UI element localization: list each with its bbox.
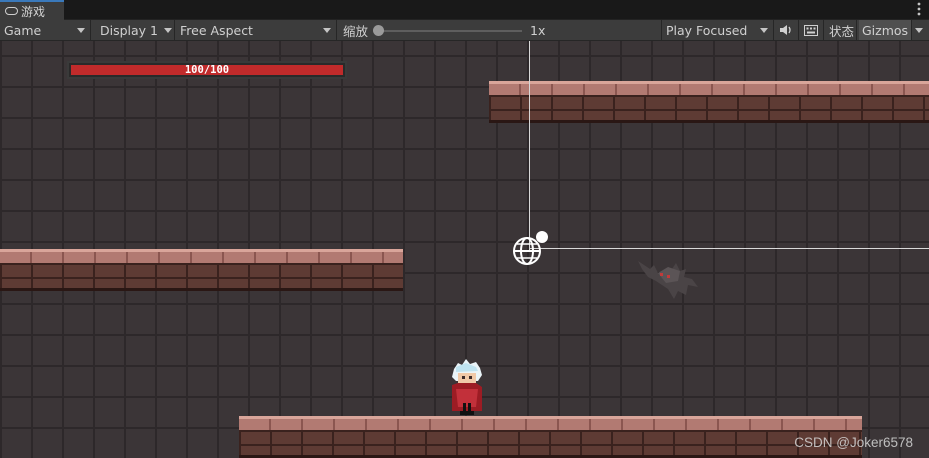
gizmo-axis-vertical	[529, 41, 530, 251]
gizmo-handle-dot[interactable]	[536, 231, 548, 243]
platform-middle-left	[0, 249, 403, 291]
gizmos-label-text: Gizmos	[862, 22, 909, 38]
editor-tab-bar: 游戏	[0, 0, 929, 20]
tab-game[interactable]: 游戏	[0, 0, 64, 20]
chevron-down-icon[interactable]	[77, 28, 85, 33]
scale-slider-thumb[interactable]	[373, 25, 384, 36]
gizmo-axis-horizontal	[530, 248, 929, 249]
chevron-down-icon[interactable]	[915, 28, 923, 33]
scale-slider-track[interactable]	[378, 30, 522, 32]
chevron-down-icon[interactable]	[323, 28, 331, 33]
bat-enemy-sprite	[638, 261, 698, 299]
chevron-down-icon[interactable]	[164, 28, 172, 33]
play-mode-dropdown[interactable]: Play Focused	[666, 20, 747, 40]
gamepad-icon	[5, 7, 18, 15]
player-character-sprite	[452, 359, 482, 415]
display-value: Display 1	[100, 22, 159, 38]
display-dropdown[interactable]: Display 1	[100, 20, 158, 40]
gizmos-label: Gizmos	[862, 20, 908, 40]
health-bar: 100/100	[67, 61, 347, 79]
stats-label: 状态	[829, 23, 855, 39]
view-type-dropdown[interactable]: Game	[4, 20, 41, 40]
health-text: 100/100	[184, 64, 230, 76]
play-mode-value: Play Focused	[666, 22, 748, 38]
game-view-toolbar: Game Display 1 Free Aspect 缩放 1x Play Fo…	[0, 20, 929, 41]
scale-label-text: 缩放	[343, 23, 369, 39]
scale-readout: 1x	[530, 20, 545, 40]
speaker-icon[interactable]	[779, 20, 793, 40]
scale-readout-text: 1x	[530, 22, 546, 38]
platform-upper-right	[489, 81, 929, 123]
aspect-dropdown[interactable]: Free Aspect	[180, 20, 253, 40]
scale-label: 缩放	[343, 20, 368, 40]
chevron-down-icon[interactable]	[760, 28, 768, 33]
more-options-icon[interactable]	[917, 2, 921, 20]
game-viewport[interactable]: 100/100 CSDN @Joker6578	[0, 41, 929, 458]
aspect-value: Free Aspect	[180, 22, 253, 38]
keyboard-icon[interactable]	[804, 20, 818, 40]
watermark-text: CSDN @Joker6578	[794, 435, 913, 450]
tab-game-label: 游戏	[21, 4, 46, 19]
view-type-value: Game	[4, 22, 42, 38]
stats-button[interactable]: 状态	[829, 20, 854, 40]
platform-ground	[239, 416, 862, 458]
